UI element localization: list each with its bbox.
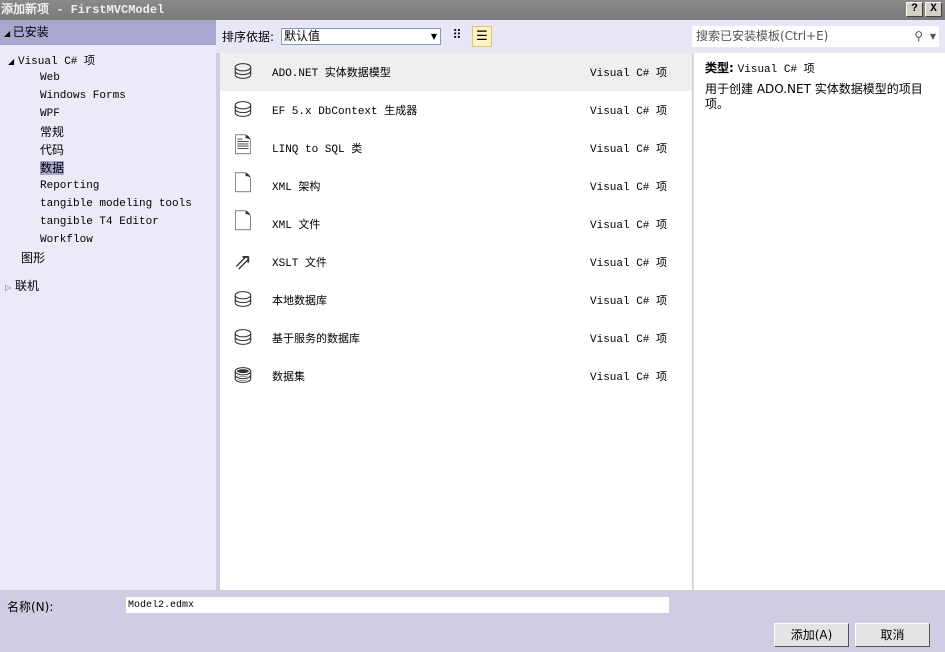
- type-value: Visual C# 项: [737, 64, 815, 76]
- item-type: Visual C# 项: [590, 220, 668, 232]
- cancel-button[interactable]: 取消: [855, 623, 930, 647]
- list-item[interactable]: 🗋 XML 文件 Visual C# 项: [220, 205, 692, 243]
- tree-item-tangible-modeling-tools[interactable]: tangible modeling tools: [0, 195, 216, 213]
- chevron-down-icon[interactable]: ▼: [930, 26, 936, 47]
- search-placeholder: 搜索已安装模板(Ctrl+E): [696, 29, 829, 43]
- linq-to-sql-icon: 🗎: [234, 134, 252, 159]
- list-item[interactable]: 🗎 LINQ to SQL 类 Visual C# 项: [220, 129, 692, 167]
- tree-item-online[interactable]: ▷ 联机: [0, 277, 216, 295]
- xslt-file-icon: ⇗: [233, 249, 253, 275]
- detail-panel: 类型: Visual C# 项 用于创建 ADO.NET 实体数据模型的项目项。: [693, 53, 945, 590]
- small-icons-view-button[interactable]: ⠿: [447, 26, 467, 47]
- list-item[interactable]: ⛁ EF 5.x DbContext 生成器 Visual C# 项: [220, 91, 692, 129]
- item-name: XSLT 文件: [272, 258, 328, 270]
- item-type: Visual C# 项: [590, 144, 668, 156]
- database-icon: ⛁: [233, 325, 253, 351]
- sort-select[interactable]: 默认值 ▼: [281, 28, 441, 45]
- item-name: LINQ to SQL 类: [272, 144, 363, 156]
- tree-item-code[interactable]: 代码: [0, 141, 216, 159]
- database-icon: ⛁: [233, 287, 253, 313]
- list-view-button[interactable]: ☰: [472, 26, 492, 47]
- description: 用于创建 ADO.NET 实体数据模型的项目项。: [705, 82, 923, 111]
- list-item[interactable]: ⇗ XSLT 文件 Visual C# 项: [220, 243, 692, 281]
- type-label: 类型:: [705, 61, 734, 75]
- toolbar: 排序依据: 默认值 ▼ ⠿ ☰ 搜索已安装模板(Ctrl+E) ⚲ ▼: [216, 20, 945, 53]
- sort-value: 默认值: [284, 29, 321, 43]
- tree-item-graphics[interactable]: 图形: [0, 249, 216, 267]
- item-name: 数据集: [272, 372, 305, 384]
- tree-item-visual-csharp[interactable]: ◢ Visual C# 项: [0, 51, 216, 69]
- item-type: Visual C# 项: [590, 68, 668, 80]
- xml-schema-icon: 🗋: [234, 172, 252, 197]
- item-name: EF 5.x DbContext 生成器: [272, 106, 418, 118]
- tree-item-wpf[interactable]: WPF: [0, 105, 216, 123]
- add-button[interactable]: 添加(A): [774, 623, 849, 647]
- help-button[interactable]: ?: [906, 2, 923, 17]
- item-name: 本地数据库: [272, 296, 327, 308]
- item-name: XML 架构: [272, 182, 321, 194]
- window-title: 添加新项 - FirstMVCModel: [1, 3, 165, 17]
- expand-arrow-icon: ◢: [8, 57, 15, 66]
- installed-label: 已安装: [12, 25, 49, 39]
- collapse-arrow-icon: ▷: [5, 283, 12, 292]
- xml-file-icon: 🗋: [234, 210, 252, 235]
- item-type: Visual C# 项: [590, 334, 668, 346]
- dataset-icon: ⛃: [233, 363, 253, 389]
- item-name: XML 文件: [272, 220, 321, 232]
- name-label: 名称(N):: [7, 600, 54, 614]
- item-type: Visual C# 项: [590, 372, 668, 384]
- tree-item-reporting[interactable]: Reporting: [0, 177, 216, 195]
- item-name: 基于服务的数据库: [272, 334, 360, 346]
- search-input[interactable]: 搜索已安装模板(Ctrl+E) ⚲ ▼: [692, 26, 939, 47]
- close-button[interactable]: X: [925, 2, 942, 17]
- item-type: Visual C# 项: [590, 296, 668, 308]
- sort-label: 排序依据:: [222, 30, 275, 44]
- template-tree-panel: ◢ 已安装 ◢ Visual C# 项 Web Windows Forms WP…: [0, 20, 216, 590]
- tree-item-tangible-t4-editor[interactable]: tangible T4 Editor: [0, 213, 216, 231]
- tree-item-data[interactable]: 数据: [0, 159, 216, 177]
- dbcontext-generator-icon: ⛁: [233, 97, 253, 123]
- chevron-down-icon: ▼: [430, 32, 437, 41]
- list-item[interactable]: ⛃ 数据集 Visual C# 项: [220, 357, 692, 395]
- entity-model-icon: ⛁: [233, 59, 253, 85]
- tree-item-general[interactable]: 常规: [0, 123, 216, 141]
- bottom-bar: 名称(N): 添加(A) 取消: [0, 590, 945, 652]
- search-icon[interactable]: ⚲: [914, 26, 923, 47]
- item-type: Visual C# 项: [590, 258, 668, 270]
- template-list: ⛁ ADO.NET 实体数据模型 Visual C# 项 ⛁ EF 5.x DbCont…: [220, 53, 692, 590]
- list-item[interactable]: ⛁ ADO.NET 实体数据模型 Visual C# 项: [220, 53, 692, 91]
- expand-arrow-icon: ◢: [4, 29, 13, 38]
- tree-item-workflow[interactable]: Workflow: [0, 231, 216, 249]
- item-type: Visual C# 项: [590, 182, 668, 194]
- item-type: Visual C# 项: [590, 106, 668, 118]
- list-item[interactable]: ⛁ 本地数据库 Visual C# 项: [220, 281, 692, 319]
- tree-item-windows-forms[interactable]: Windows Forms: [0, 87, 216, 105]
- list-item[interactable]: 🗋 XML 架构 Visual C# 项: [220, 167, 692, 205]
- tree-item-web[interactable]: Web: [0, 69, 216, 87]
- item-name: ADO.NET 实体数据模型: [272, 68, 391, 80]
- list-item[interactable]: ⛁ 基于服务的数据库 Visual C# 项: [220, 319, 692, 357]
- tree-header-installed[interactable]: ◢ 已安装: [0, 20, 216, 45]
- title-bar: 添加新项 - FirstMVCModel ? X: [0, 0, 945, 20]
- name-input[interactable]: [126, 597, 669, 613]
